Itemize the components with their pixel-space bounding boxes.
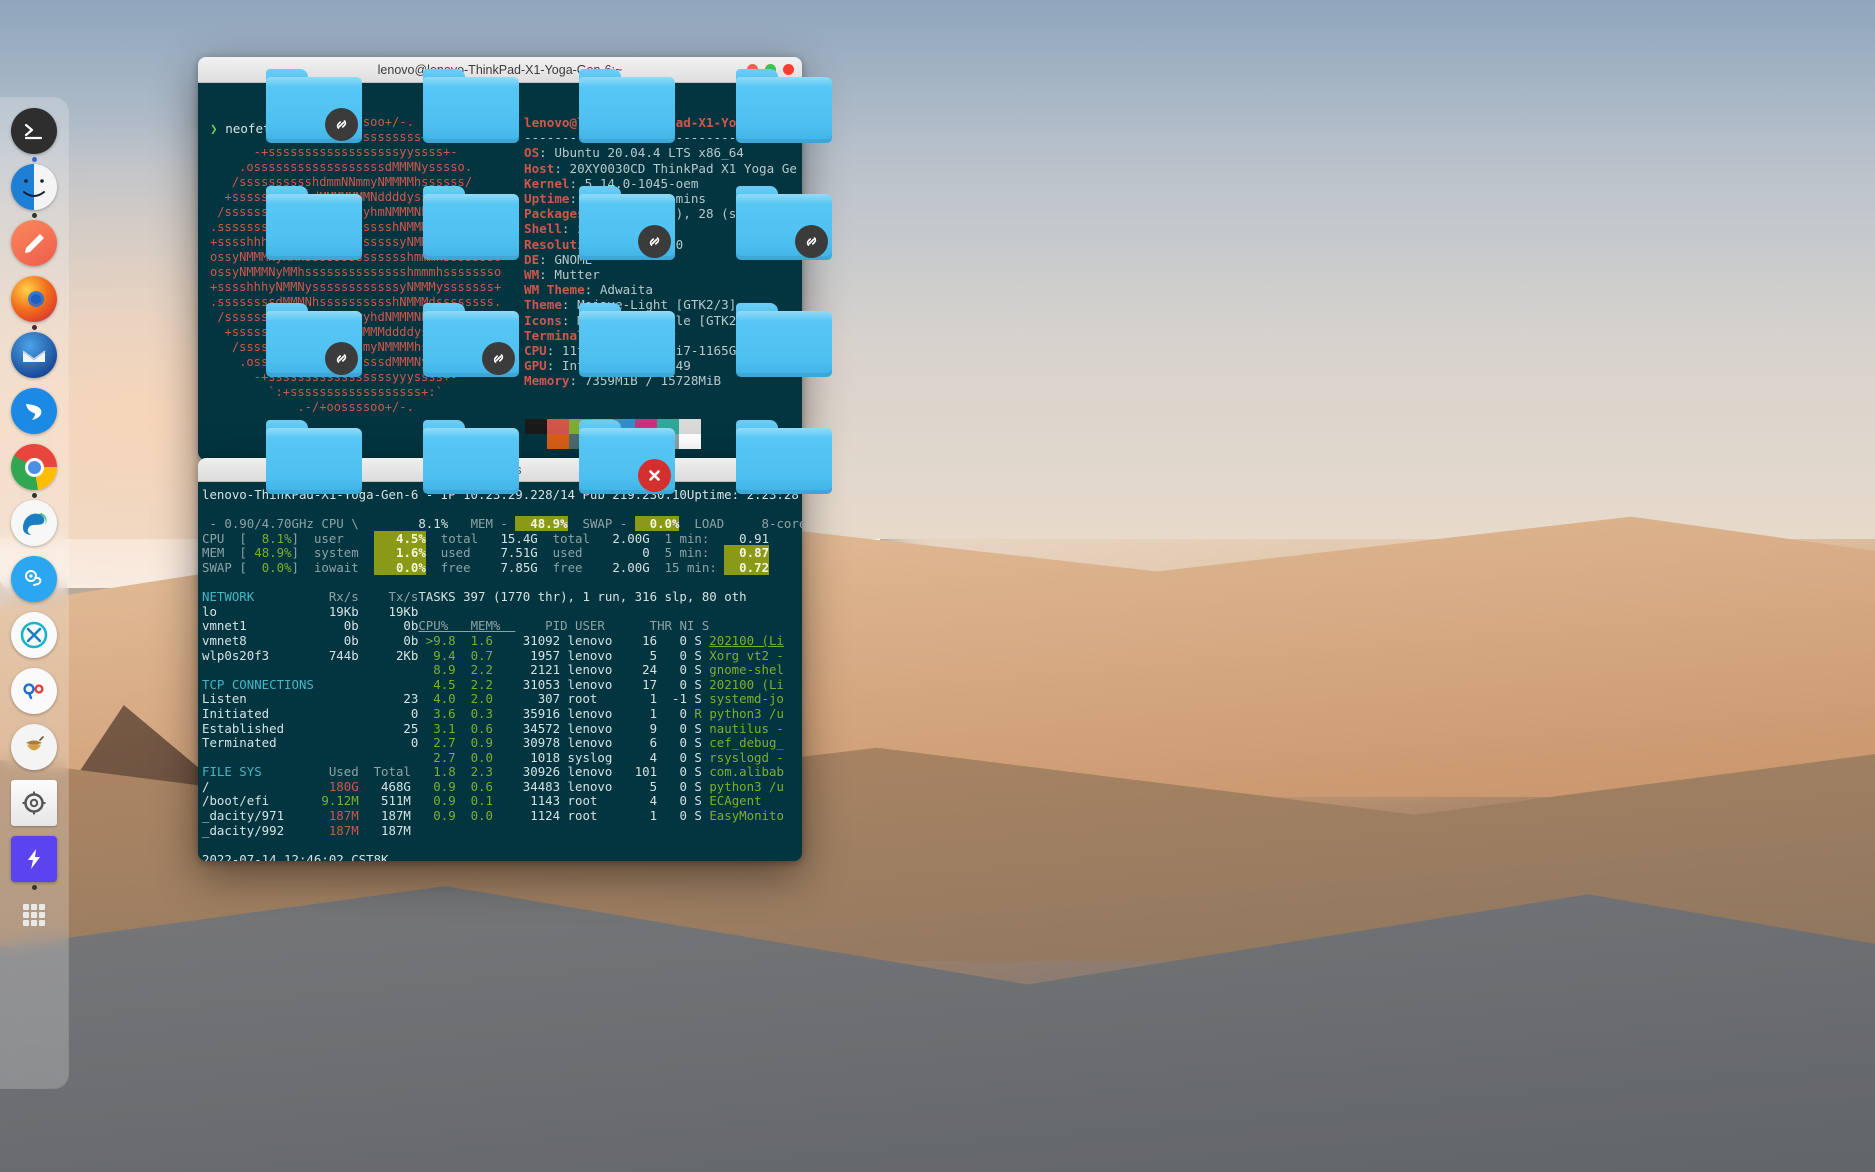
dock-item-app-grid[interactable] bbox=[1, 892, 67, 946]
dock-item-settings[interactable] bbox=[1, 780, 67, 834]
glances-window[interactable]: glances lenovo-ThinkPad-X1-Yoga-Gen-6 - … bbox=[198, 458, 802, 861]
finder-icon[interactable] bbox=[11, 164, 57, 210]
firefox-icon[interactable] bbox=[11, 276, 57, 322]
folder-icon[interactable] bbox=[422, 186, 519, 260]
dock-item-xshell[interactable] bbox=[1, 612, 67, 666]
color-swatch bbox=[525, 419, 547, 434]
chrome-icon[interactable] bbox=[11, 444, 57, 490]
color-swatch bbox=[679, 434, 701, 449]
navicat-icon[interactable] bbox=[11, 668, 57, 714]
color-swatch bbox=[547, 419, 569, 434]
dingtalk-icon[interactable] bbox=[11, 388, 57, 434]
color-swatch bbox=[525, 434, 547, 449]
folder-icon[interactable] bbox=[266, 303, 363, 377]
thunderbird-icon[interactable] bbox=[11, 332, 57, 378]
dock-item-firefox[interactable] bbox=[1, 276, 67, 330]
dock-item-flash[interactable] bbox=[1, 836, 67, 890]
acorn-icon[interactable] bbox=[11, 724, 57, 770]
dock-item-finder[interactable] bbox=[1, 164, 67, 218]
dock-item-dingtalk[interactable] bbox=[1, 388, 67, 442]
dock-item-edge[interactable] bbox=[1, 500, 67, 554]
folder-icon[interactable] bbox=[579, 186, 676, 260]
symlink-badge-icon bbox=[481, 342, 515, 375]
folder-icon[interactable] bbox=[266, 420, 363, 494]
dock-item-wechat-work[interactable] bbox=[1, 556, 67, 610]
folder-icon[interactable] bbox=[579, 303, 676, 377]
folder-icon[interactable] bbox=[422, 303, 519, 377]
folder-icon[interactable] bbox=[422, 69, 519, 143]
folder-icon[interactable] bbox=[735, 303, 832, 377]
glances-body[interactable]: lenovo-ThinkPad-X1-Yoga-Gen-6 - IP 10.23… bbox=[198, 482, 802, 861]
color-swatch bbox=[547, 434, 569, 449]
lightning-icon[interactable] bbox=[11, 836, 57, 882]
xshell-icon[interactable] bbox=[11, 612, 57, 658]
folder-icon[interactable] bbox=[579, 420, 676, 494]
folder-icon[interactable] bbox=[735, 69, 832, 143]
folder-icon[interactable] bbox=[735, 420, 832, 494]
symlink-badge-icon bbox=[794, 225, 828, 258]
color-swatch bbox=[679, 419, 701, 434]
dock-item-text-editor[interactable] bbox=[1, 220, 67, 274]
dock-item-chrome[interactable] bbox=[1, 444, 67, 498]
folder-icon[interactable] bbox=[422, 420, 519, 494]
folder-icon[interactable] bbox=[735, 186, 832, 260]
wecom-icon[interactable] bbox=[11, 556, 57, 602]
folder-icon[interactable] bbox=[266, 186, 363, 260]
gear-icon[interactable] bbox=[11, 780, 57, 826]
edge-icon[interactable] bbox=[11, 500, 57, 546]
dock-item-thunderbird[interactable] bbox=[1, 332, 67, 386]
folder-icon[interactable] bbox=[579, 69, 676, 143]
dock bbox=[0, 98, 68, 1088]
dock-item-acorn[interactable] bbox=[1, 724, 67, 778]
folder-icon[interactable] bbox=[266, 69, 363, 143]
pencil-icon[interactable] bbox=[11, 220, 57, 266]
dock-item-terminal[interactable] bbox=[1, 108, 67, 162]
dock-item-navicat[interactable] bbox=[1, 668, 67, 722]
app-grid-icon[interactable] bbox=[11, 892, 57, 938]
terminal-icon[interactable] bbox=[11, 108, 57, 154]
